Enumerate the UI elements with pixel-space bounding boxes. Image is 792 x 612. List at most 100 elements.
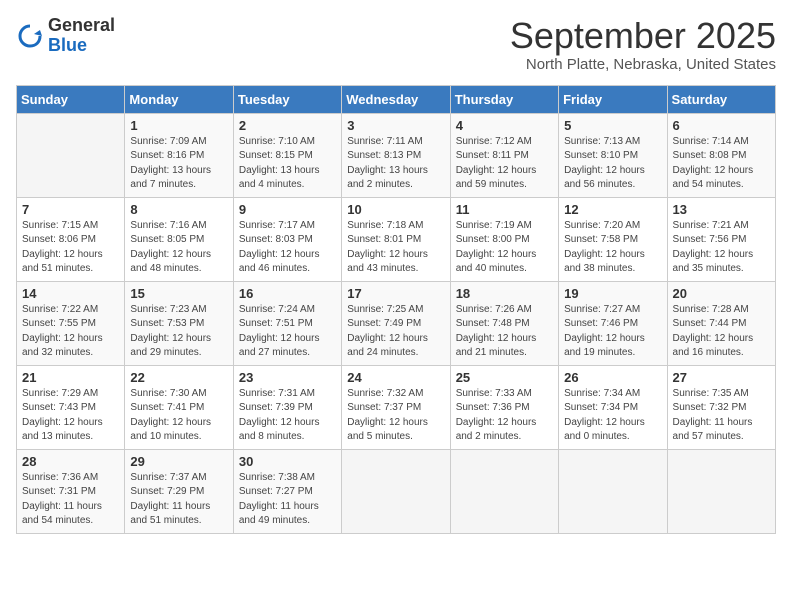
day-info: Sunrise: 7:24 AMSunset: 7:51 PMDaylight:… [239,303,336,361]
location-subtitle: North Platte, Nebraska, United States [510,56,776,73]
day-number: 7 [22,202,119,217]
weekday-header: Monday [125,85,233,113]
day-info: Sunrise: 7:15 AMSunset: 8:06 PMDaylight:… [22,219,119,277]
calendar-week-row: 14 Sunrise: 7:22 AMSunset: 7:55 PMDayligh… [17,281,776,365]
calendar-cell: 28 Sunrise: 7:36 AMSunset: 7:31 PMDayligh… [17,449,125,533]
day-number: 30 [239,454,336,469]
day-info: Sunrise: 7:20 AMSunset: 7:58 PMDaylight:… [564,219,661,277]
calendar-cell: 12 Sunrise: 7:20 AMSunset: 7:58 PMDayligh… [559,197,667,281]
day-info: Sunrise: 7:09 AMSunset: 8:16 PMDaylight:… [130,135,227,193]
weekday-header: Tuesday [233,85,341,113]
day-number: 10 [347,202,444,217]
calendar-cell: 10 Sunrise: 7:18 AMSunset: 8:01 PMDayligh… [342,197,450,281]
calendar-cell: 22Sunrise: 7:30 AMSunset: 7:41 PMDayligh… [125,365,233,449]
day-number: 29 [130,454,227,469]
day-info: Sunrise: 7:37 AMSunset: 7:29 PMDaylight:… [130,471,227,529]
calendar-cell: 17Sunrise: 7:25 AMSunset: 7:49 PMDayligh… [342,281,450,365]
day-number: 4 [456,118,553,133]
title-area: September 2025 North Platte, Nebraska, U… [510,16,776,73]
calendar-cell: 24 Sunrise: 7:32 AMSunset: 7:37 PMDayligh… [342,365,450,449]
calendar-cell: 26Sunrise: 7:34 AMSunset: 7:34 PMDayligh… [559,365,667,449]
calendar-cell: 1 Sunrise: 7:09 AMSunset: 8:16 PMDaylight… [125,113,233,197]
logo-text: General Blue [48,16,115,56]
day-number: 11 [456,202,553,217]
calendar-cell: 16 Sunrise: 7:24 AMSunset: 7:51 PMDayligh… [233,281,341,365]
day-number: 18 [456,286,553,301]
day-number: 23 [239,370,336,385]
day-info: Sunrise: 7:38 AMSunset: 7:27 PMDaylight:… [239,471,336,529]
weekday-header: Saturday [667,85,775,113]
calendar-cell: 7 Sunrise: 7:15 AMSunset: 8:06 PMDaylight… [17,197,125,281]
day-info: Sunrise: 7:19 AMSunset: 8:00 PMDaylight:… [456,219,553,277]
calendar-cell [17,113,125,197]
calendar-table: SundayMondayTuesdayWednesdayThursdayFrid… [16,85,776,534]
day-info: Sunrise: 7:17 AMSunset: 8:03 PMDaylight:… [239,219,336,277]
day-info: Sunrise: 7:12 AMSunset: 8:11 PMDaylight:… [456,135,553,193]
day-info: Sunrise: 7:10 AMSunset: 8:15 PMDaylight:… [239,135,336,193]
calendar-cell: 15Sunrise: 7:23 AMSunset: 7:53 PMDayligh… [125,281,233,365]
day-number: 3 [347,118,444,133]
day-info: Sunrise: 7:34 AMSunset: 7:34 PMDaylight:… [564,387,661,445]
calendar-header-row: SundayMondayTuesdayWednesdayThursdayFrid… [17,85,776,113]
day-number: 19 [564,286,661,301]
calendar-cell: 27 Sunrise: 7:35 AMSunset: 7:32 PMDayligh… [667,365,775,449]
calendar-cell: 20Sunrise: 7:28 AMSunset: 7:44 PMDayligh… [667,281,775,365]
calendar-cell: 11 Sunrise: 7:19 AMSunset: 8:00 PMDayligh… [450,197,558,281]
calendar-cell: 21 Sunrise: 7:29 AMSunset: 7:43 PMDayligh… [17,365,125,449]
month-title: September 2025 [510,16,776,56]
calendar-cell: 25Sunrise: 7:33 AMSunset: 7:36 PMDayligh… [450,365,558,449]
weekday-header: Thursday [450,85,558,113]
day-info: Sunrise: 7:29 AMSunset: 7:43 PMDaylight:… [22,387,119,445]
day-info: Sunrise: 7:13 AMSunset: 8:10 PMDaylight:… [564,135,661,193]
page-header: General Blue September 2025 North Platte… [16,16,776,73]
day-info: Sunrise: 7:36 AMSunset: 7:31 PMDaylight:… [22,471,119,529]
day-info: Sunrise: 7:11 AMSunset: 8:13 PMDaylight:… [347,135,444,193]
day-info: Sunrise: 7:22 AMSunset: 7:55 PMDaylight:… [22,303,119,361]
day-number: 12 [564,202,661,217]
calendar-week-row: 7 Sunrise: 7:15 AMSunset: 8:06 PMDaylight… [17,197,776,281]
calendar-week-row: 21 Sunrise: 7:29 AMSunset: 7:43 PMDayligh… [17,365,776,449]
calendar-cell: 3 Sunrise: 7:11 AMSunset: 8:13 PMDaylight… [342,113,450,197]
logo-blue-text: Blue [48,36,115,56]
day-info: Sunrise: 7:35 AMSunset: 7:32 PMDaylight:… [673,387,770,445]
weekday-header: Wednesday [342,85,450,113]
calendar-week-row: 1 Sunrise: 7:09 AMSunset: 8:16 PMDaylight… [17,113,776,197]
day-number: 21 [22,370,119,385]
day-info: Sunrise: 7:28 AMSunset: 7:44 PMDaylight:… [673,303,770,361]
calendar-cell [667,449,775,533]
day-info: Sunrise: 7:31 AMSunset: 7:39 PMDaylight:… [239,387,336,445]
day-info: Sunrise: 7:25 AMSunset: 7:49 PMDaylight:… [347,303,444,361]
day-number: 1 [130,118,227,133]
day-number: 13 [673,202,770,217]
day-info: Sunrise: 7:18 AMSunset: 8:01 PMDaylight:… [347,219,444,277]
calendar-cell: 14 Sunrise: 7:22 AMSunset: 7:55 PMDayligh… [17,281,125,365]
weekday-header: Friday [559,85,667,113]
day-number: 14 [22,286,119,301]
weekday-header: Sunday [17,85,125,113]
day-number: 9 [239,202,336,217]
calendar-cell: 2 Sunrise: 7:10 AMSunset: 8:15 PMDaylight… [233,113,341,197]
day-number: 22 [130,370,227,385]
day-number: 16 [239,286,336,301]
day-info: Sunrise: 7:32 AMSunset: 7:37 PMDaylight:… [347,387,444,445]
calendar-cell: 13 Sunrise: 7:21 AMSunset: 7:56 PMDayligh… [667,197,775,281]
calendar-cell: 5Sunrise: 7:13 AMSunset: 8:10 PMDaylight… [559,113,667,197]
calendar-cell: 8Sunrise: 7:16 AMSunset: 8:05 PMDaylight… [125,197,233,281]
logo-icon [16,22,44,50]
calendar-cell: 30 Sunrise: 7:38 AMSunset: 7:27 PMDayligh… [233,449,341,533]
calendar-cell: 19Sunrise: 7:27 AMSunset: 7:46 PMDayligh… [559,281,667,365]
calendar-cell [559,449,667,533]
calendar-cell: 29 Sunrise: 7:37 AMSunset: 7:29 PMDayligh… [125,449,233,533]
calendar-cell: 9 Sunrise: 7:17 AMSunset: 8:03 PMDaylight… [233,197,341,281]
calendar-cell: 18 Sunrise: 7:26 AMSunset: 7:48 PMDayligh… [450,281,558,365]
day-number: 15 [130,286,227,301]
calendar-cell: 23 Sunrise: 7:31 AMSunset: 7:39 PMDayligh… [233,365,341,449]
day-number: 8 [130,202,227,217]
day-number: 2 [239,118,336,133]
day-number: 27 [673,370,770,385]
day-number: 28 [22,454,119,469]
day-info: Sunrise: 7:21 AMSunset: 7:56 PMDaylight:… [673,219,770,277]
calendar-week-row: 28 Sunrise: 7:36 AMSunset: 7:31 PMDayligh… [17,449,776,533]
day-number: 24 [347,370,444,385]
day-info: Sunrise: 7:26 AMSunset: 7:48 PMDaylight:… [456,303,553,361]
